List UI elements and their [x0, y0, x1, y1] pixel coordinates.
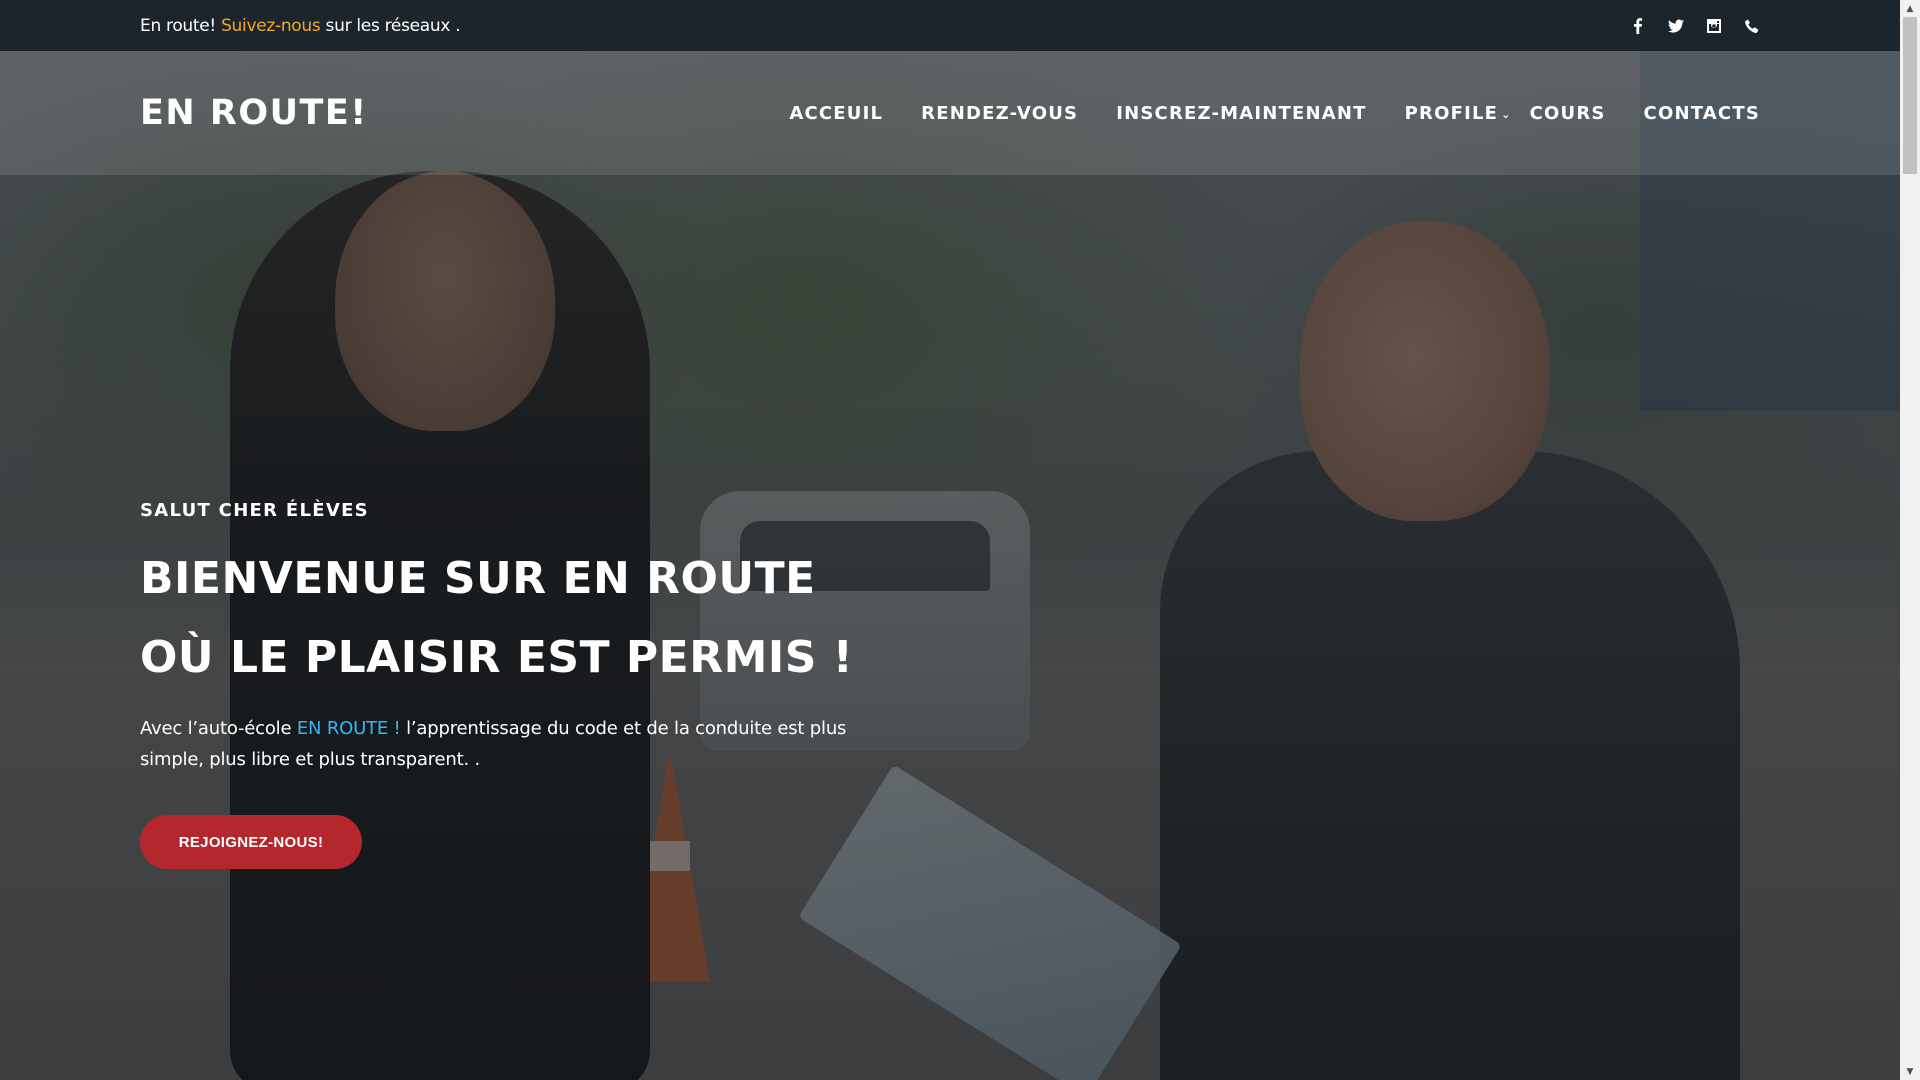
- hero-description: Avec l’auto-école EN ROUTE ! l’apprentis…: [140, 713, 900, 775]
- chevron-down-icon: ⌄: [1501, 107, 1512, 121]
- top-bar: En route! Suivez-nous sur les réseaux .: [0, 0, 1900, 51]
- site-logo[interactable]: EN ROUTE!: [140, 93, 368, 133]
- topbar-text-prefix: En route!: [140, 15, 222, 36]
- main-navbar: EN ROUTE! ACCEUIL RENDEZ-VOUS INSCREZ-MA…: [0, 51, 1900, 175]
- hero-description-brand: EN ROUTE !: [296, 718, 401, 739]
- nav-rendez-vous[interactable]: RENDEZ-VOUS: [921, 103, 1078, 124]
- hero-eyebrow: SALUT CHER ÉLÈVES: [140, 500, 369, 521]
- nav-contacts[interactable]: CONTACTS: [1644, 103, 1760, 124]
- scrollbar-thumb[interactable]: [1903, 17, 1917, 174]
- phone-icon[interactable]: [1744, 18, 1760, 34]
- hero-content: SALUT CHER ÉLÈVES BIENVENUE SUR EN ROUTE…: [140, 500, 900, 869]
- twitter-icon[interactable]: [1668, 18, 1684, 34]
- scroll-down-arrow-icon[interactable]: ▼: [1900, 1063, 1920, 1080]
- hero-headline-line2: OÙ LE PLAISIR EST PERMIS !: [140, 632, 854, 683]
- nav-acceuil[interactable]: ACCEUIL: [789, 103, 883, 124]
- nav-cours[interactable]: COURS: [1530, 103, 1606, 124]
- nav-profile[interactable]: PROFILE ⌄: [1405, 103, 1512, 124]
- topbar-text-suffix: sur les réseaux .: [320, 15, 461, 36]
- follow-us-link[interactable]: Suivez-nous: [221, 16, 321, 36]
- social-links: [1630, 17, 1760, 34]
- hero-headline: BIENVENUE SUR EN ROUTE OÙ LE PLAISIR EST…: [140, 539, 900, 697]
- instagram-icon[interactable]: [1706, 18, 1722, 34]
- join-us-button[interactable]: REJOIGNEZ-NOUS!: [140, 815, 362, 869]
- topbar-message: En route! Suivez-nous sur les réseaux .: [140, 15, 461, 36]
- nav-profile-label: PROFILE: [1404, 102, 1499, 124]
- page-scrollbar[interactable]: ▲ ▼: [1900, 0, 1920, 1080]
- main-menu: ACCEUIL RENDEZ-VOUS INSCREZ-MAINTENANT P…: [789, 103, 1760, 124]
- hero-description-prefix: Avec l’auto-école: [140, 718, 297, 739]
- nav-inscrez-maintenant[interactable]: INSCREZ-MAINTENANT: [1116, 103, 1366, 124]
- scroll-up-arrow-icon[interactable]: ▲: [1900, 0, 1920, 17]
- hero-headline-line1: BIENVENUE SUR EN ROUTE: [140, 553, 816, 604]
- facebook-icon[interactable]: [1630, 17, 1646, 34]
